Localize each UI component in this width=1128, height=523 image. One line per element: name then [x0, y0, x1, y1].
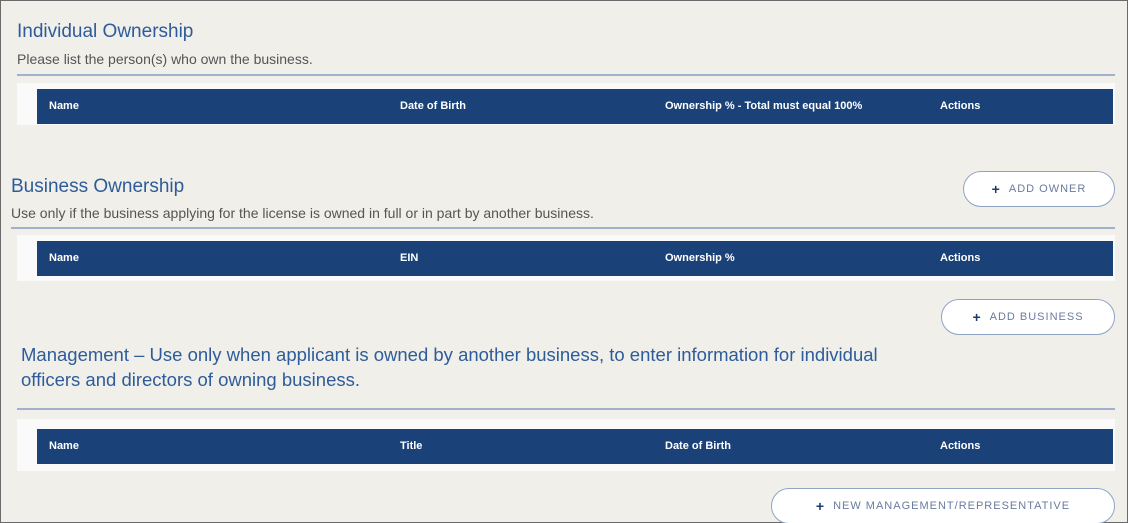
- column-header-dob: Date of Birth: [665, 440, 731, 452]
- column-header-ein: EIN: [400, 252, 419, 264]
- column-header-actions: Actions: [940, 100, 981, 112]
- column-header-ownership: Ownership %: [665, 252, 735, 264]
- business-ownership-title: Business Ownership: [11, 176, 185, 197]
- section-divider: [17, 408, 1115, 410]
- plus-icon: +: [991, 181, 1001, 197]
- add-owner-button[interactable]: + ADD OWNER: [963, 171, 1115, 207]
- business-ownership-subtitle: Use only if the business applying for th…: [11, 205, 594, 221]
- individual-ownership-subtitle: Please list the person(s) who own the bu…: [17, 51, 313, 67]
- business-table-header: Name EIN Ownership % Actions: [37, 241, 1113, 276]
- column-header-dob: Date of Birth: [400, 100, 466, 112]
- add-business-button[interactable]: + ADD BUSINESS: [941, 299, 1115, 335]
- add-business-label: ADD BUSINESS: [989, 311, 1084, 323]
- new-management-representative-button[interactable]: + NEW MANAGEMENT/REPRESENTATIVE: [771, 488, 1115, 523]
- column-header-name: Name: [49, 100, 79, 112]
- individual-ownership-title: Individual Ownership: [17, 21, 194, 42]
- column-header-title: Title: [400, 440, 423, 452]
- column-header-actions: Actions: [940, 440, 981, 452]
- new-management-label: NEW MANAGEMENT/REPRESENTATIVE: [833, 500, 1071, 512]
- individual-table-header: Name Date of Birth Ownership % - Total m…: [37, 89, 1113, 124]
- ownership-panel: Individual Ownership Please list the per…: [0, 0, 1128, 523]
- column-header-actions: Actions: [940, 252, 981, 264]
- section-divider: [17, 74, 1115, 76]
- column-header-ownership: Ownership % - Total must equal 100%: [665, 100, 863, 112]
- plus-icon: +: [972, 309, 982, 325]
- column-header-name: Name: [49, 252, 79, 264]
- column-header-name: Name: [49, 440, 79, 452]
- management-title-line2: officers and directors of owning busines…: [21, 369, 361, 390]
- section-divider: [11, 227, 1115, 229]
- add-owner-label: ADD OWNER: [1008, 183, 1087, 195]
- plus-icon: +: [815, 498, 826, 514]
- management-table-header: Name Title Date of Birth Actions: [37, 429, 1113, 464]
- management-title-line1: Management – Use only when applicant is …: [21, 344, 878, 365]
